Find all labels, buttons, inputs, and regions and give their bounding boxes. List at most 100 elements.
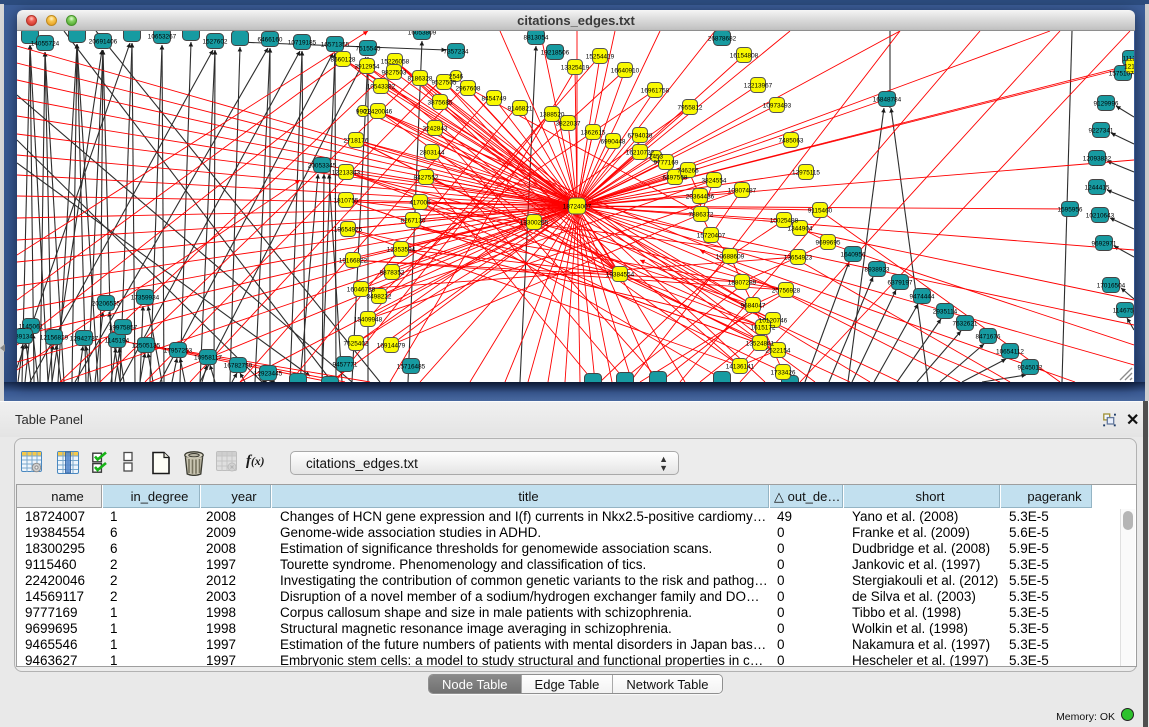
- svg-text:12156829: 12156829: [40, 335, 69, 342]
- svg-text:9699695: 9699695: [816, 240, 841, 247]
- svg-text:1145194: 1145194: [105, 338, 130, 345]
- svg-text:1810755: 1810755: [334, 198, 359, 205]
- svg-text:7515545: 7515545: [356, 46, 381, 53]
- svg-text:12353594: 12353594: [387, 247, 416, 254]
- svg-text:11127: 11127: [1123, 56, 1134, 63]
- svg-text:7357234: 7357234: [444, 49, 469, 56]
- svg-text:6497568: 6497568: [663, 175, 688, 182]
- svg-text:10719185: 10719185: [288, 40, 317, 47]
- svg-text:2718176: 2718176: [344, 138, 369, 145]
- svg-text:20756928: 20756928: [772, 288, 801, 295]
- svg-text:9457771: 9457771: [333, 362, 358, 369]
- svg-text:417006: 417006: [409, 200, 431, 207]
- svg-text:15716485: 15716485: [397, 364, 426, 371]
- svg-text:1595956: 1595956: [1058, 207, 1083, 214]
- svg-text:16154808: 16154808: [730, 53, 759, 60]
- svg-text:12093832: 12093832: [1083, 156, 1112, 163]
- svg-text:1527602: 1527602: [203, 39, 228, 46]
- svg-text:8878352: 8878352: [380, 270, 405, 277]
- svg-text:19166822: 19166822: [339, 258, 368, 265]
- svg-text:10654112: 10654112: [996, 349, 1024, 356]
- svg-text:2522154: 2522154: [766, 348, 791, 355]
- svg-text:3242843: 3242843: [423, 126, 448, 133]
- svg-text:12975115: 12975115: [792, 170, 820, 177]
- svg-text:7485063: 7485063: [779, 138, 804, 145]
- svg-text:19654925: 19654925: [334, 227, 363, 234]
- svg-text:1388520: 1388520: [540, 112, 565, 119]
- svg-text:9901: 9901: [356, 109, 371, 116]
- svg-text:16848784: 16848784: [873, 97, 902, 104]
- svg-text:3824554: 3824554: [702, 178, 727, 185]
- svg-text:9827503: 9827503: [382, 70, 407, 77]
- svg-text:10543382: 10543382: [367, 84, 396, 91]
- svg-text:10958117: 10958117: [194, 355, 222, 362]
- svg-text:18724007: 18724007: [563, 204, 592, 211]
- svg-text:2546: 2546: [449, 74, 464, 81]
- svg-text:14136141: 14136141: [726, 364, 755, 371]
- svg-text:20364436: 20364436: [686, 194, 715, 201]
- svg-text:3912954: 3912954: [355, 64, 380, 71]
- svg-text:7955812: 7955812: [678, 105, 703, 112]
- svg-text:8454749: 8454749: [482, 96, 507, 103]
- svg-text:10025488: 10025488: [770, 218, 799, 225]
- svg-text:9146821: 9146821: [508, 106, 533, 113]
- svg-text:16571355: 16571355: [321, 42, 350, 49]
- svg-text:12923445: 12923445: [254, 371, 283, 378]
- svg-text:12213967: 12213967: [744, 83, 773, 90]
- svg-text:18300295: 18300295: [520, 220, 549, 227]
- svg-text:14055724: 14055724: [31, 41, 60, 48]
- svg-text:3498222: 3498222: [367, 294, 392, 301]
- svg-text:16640910: 16640910: [611, 68, 640, 75]
- svg-text:9129996: 9129996: [1094, 101, 1119, 108]
- svg-text:20206535: 20206535: [92, 301, 121, 308]
- svg-text:8471676: 8471676: [976, 334, 1001, 341]
- svg-text:12505135: 12505135: [132, 343, 161, 350]
- svg-text:16053809: 16053809: [408, 31, 437, 37]
- svg-text:1244415: 1244415: [1085, 185, 1110, 192]
- svg-text:8660128: 8660128: [331, 57, 356, 64]
- svg-text:16046788: 16046788: [347, 287, 376, 294]
- svg-text:9227341: 9227341: [1089, 128, 1114, 135]
- svg-text:18807289: 18807289: [728, 280, 757, 287]
- svg-text:12132: 12132: [1124, 64, 1134, 71]
- svg-text:15226058: 15226058: [381, 59, 410, 66]
- svg-text:10973493: 10973493: [763, 103, 792, 110]
- svg-text:10807487: 10807487: [728, 188, 757, 195]
- svg-text:16782759: 16782759: [224, 363, 253, 370]
- svg-text:9684047: 9684047: [741, 303, 766, 310]
- svg-text:9245012: 9245012: [1018, 365, 1043, 372]
- svg-text:12942737: 12942737: [70, 336, 99, 343]
- svg-text:10688609: 10688609: [716, 254, 745, 261]
- svg-text:6379197: 6379197: [888, 280, 913, 287]
- svg-text:8938923: 8938923: [865, 267, 890, 274]
- svg-text:15254419: 15254419: [586, 54, 615, 61]
- svg-text:15720407: 15720407: [697, 233, 726, 240]
- svg-text:13524861: 13524861: [746, 341, 775, 348]
- svg-text:13654923: 13654923: [784, 255, 813, 262]
- svg-text:8813054: 8813054: [524, 35, 549, 42]
- svg-text:1145061: 1145061: [19, 324, 44, 331]
- svg-text:7625402: 7625402: [344, 341, 369, 348]
- svg-text:19975857: 19975857: [109, 325, 138, 332]
- svg-text:17359934: 17359934: [131, 295, 160, 302]
- svg-text:15751074: 15751074: [1109, 71, 1134, 78]
- svg-text:7886372: 7886372: [689, 212, 714, 219]
- svg-text:26878682: 26878682: [708, 36, 737, 43]
- svg-text:16961758: 16961758: [641, 88, 670, 95]
- svg-text:6794028: 6794028: [628, 133, 653, 140]
- svg-text:3875685: 3875685: [428, 100, 453, 107]
- svg-text:13325419: 13325419: [561, 65, 590, 72]
- svg-text:1362615: 1362615: [581, 130, 606, 137]
- svg-text:3822037: 3822037: [556, 121, 581, 128]
- svg-text:17957253: 17957253: [164, 348, 193, 355]
- svg-text:20053345: 20053345: [308, 163, 337, 170]
- svg-text:9777169: 9777169: [654, 160, 679, 167]
- svg-text:9474444: 9474444: [910, 294, 935, 301]
- svg-text:7632621: 7632621: [953, 321, 978, 328]
- svg-text:1615172: 1615172: [751, 325, 776, 332]
- svg-text:10210643: 10210643: [1086, 213, 1115, 220]
- svg-text:9115460: 9115460: [808, 208, 833, 215]
- svg-text:12213343: 12213343: [332, 170, 361, 177]
- svg-text:2803144: 2803144: [420, 150, 445, 157]
- svg-text:20691406: 20691406: [89, 39, 118, 46]
